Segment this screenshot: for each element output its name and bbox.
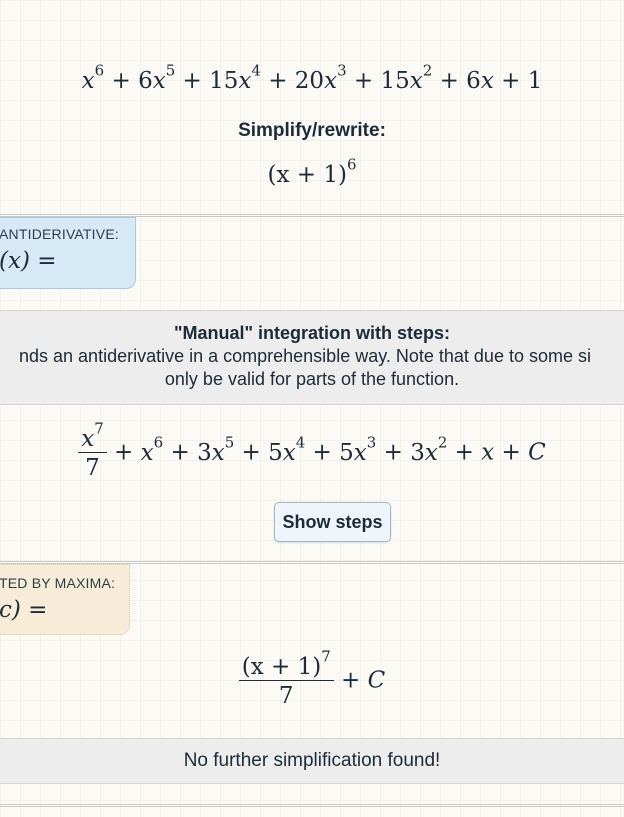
manual-fraction: x7 7 <box>78 421 107 481</box>
antiderivative-tag-label: ANTIDERIVATIVE: <box>0 226 119 242</box>
maxima-constant: C <box>367 667 386 694</box>
section-divider <box>0 804 624 807</box>
simplify-label: Simplify/rewrite: <box>238 120 386 141</box>
manual-integration-title: "Manual" integration with steps: <box>173 323 451 343</box>
term: 15x4 <box>209 61 261 94</box>
maxima-numerator: (x + 1) <box>241 654 322 680</box>
manual-integration-band: "Manual" integration with steps: nds an … <box>0 310 624 405</box>
maxima-tag-label: TED BY MAXIMA: <box>0 575 116 591</box>
input-expression: x6 + 6x5 + 15x4 + 20x3 + 15x2 + 6x + 1 <box>81 61 543 94</box>
manual-integration-desc-line2: only be valid for parts of the function. <box>164 369 460 389</box>
term: 5x4 <box>268 432 306 466</box>
show-steps-button[interactable]: Show steps <box>274 502 391 542</box>
antiderivative-tag-math: (x) = <box>0 248 57 274</box>
term: 6x <box>466 68 494 94</box>
simplified-base: (x + 1) <box>267 162 347 188</box>
maxima-tag-math: c) = <box>0 597 48 623</box>
maxima-result: (x + 1)7 7 + C <box>0 649 624 709</box>
manual-result: x7 7 + x6 + 3x5 + 5x4 + 5x3 + 3x2 + x + C <box>0 421 624 481</box>
term: x6 <box>81 61 105 94</box>
maxima-tag: TED BY MAXIMA: c) = <box>0 564 130 635</box>
manual-integration-desc-line1: nds an antiderivative in a comprehensibl… <box>19 346 591 366</box>
maxima-fraction: (x + 1)7 7 <box>238 649 334 709</box>
maxima-denominator: 7 <box>238 680 334 709</box>
term: x <box>481 439 495 466</box>
antiderivative-tag: ANTIDERIVATIVE: (x) = <box>0 217 136 289</box>
simplified-expression: (x + 1)6 <box>0 157 624 188</box>
term: 3x2 <box>410 432 448 466</box>
maxima-numerator-exponent: 7 <box>321 647 331 666</box>
simplified-exponent: 6 <box>346 155 357 174</box>
no-simplification-band: No further simplification found! <box>0 738 624 784</box>
term: 20x3 <box>294 61 347 94</box>
manual-constant: C <box>528 439 546 466</box>
term: 1 <box>527 68 543 94</box>
term: 5x3 <box>339 432 377 466</box>
term: 6x5 <box>138 61 176 94</box>
term: 3x5 <box>197 432 235 466</box>
no-simplification-message: No further simplification found! <box>183 750 441 771</box>
term: 15x2 <box>380 61 433 94</box>
term: x6 <box>140 432 164 466</box>
